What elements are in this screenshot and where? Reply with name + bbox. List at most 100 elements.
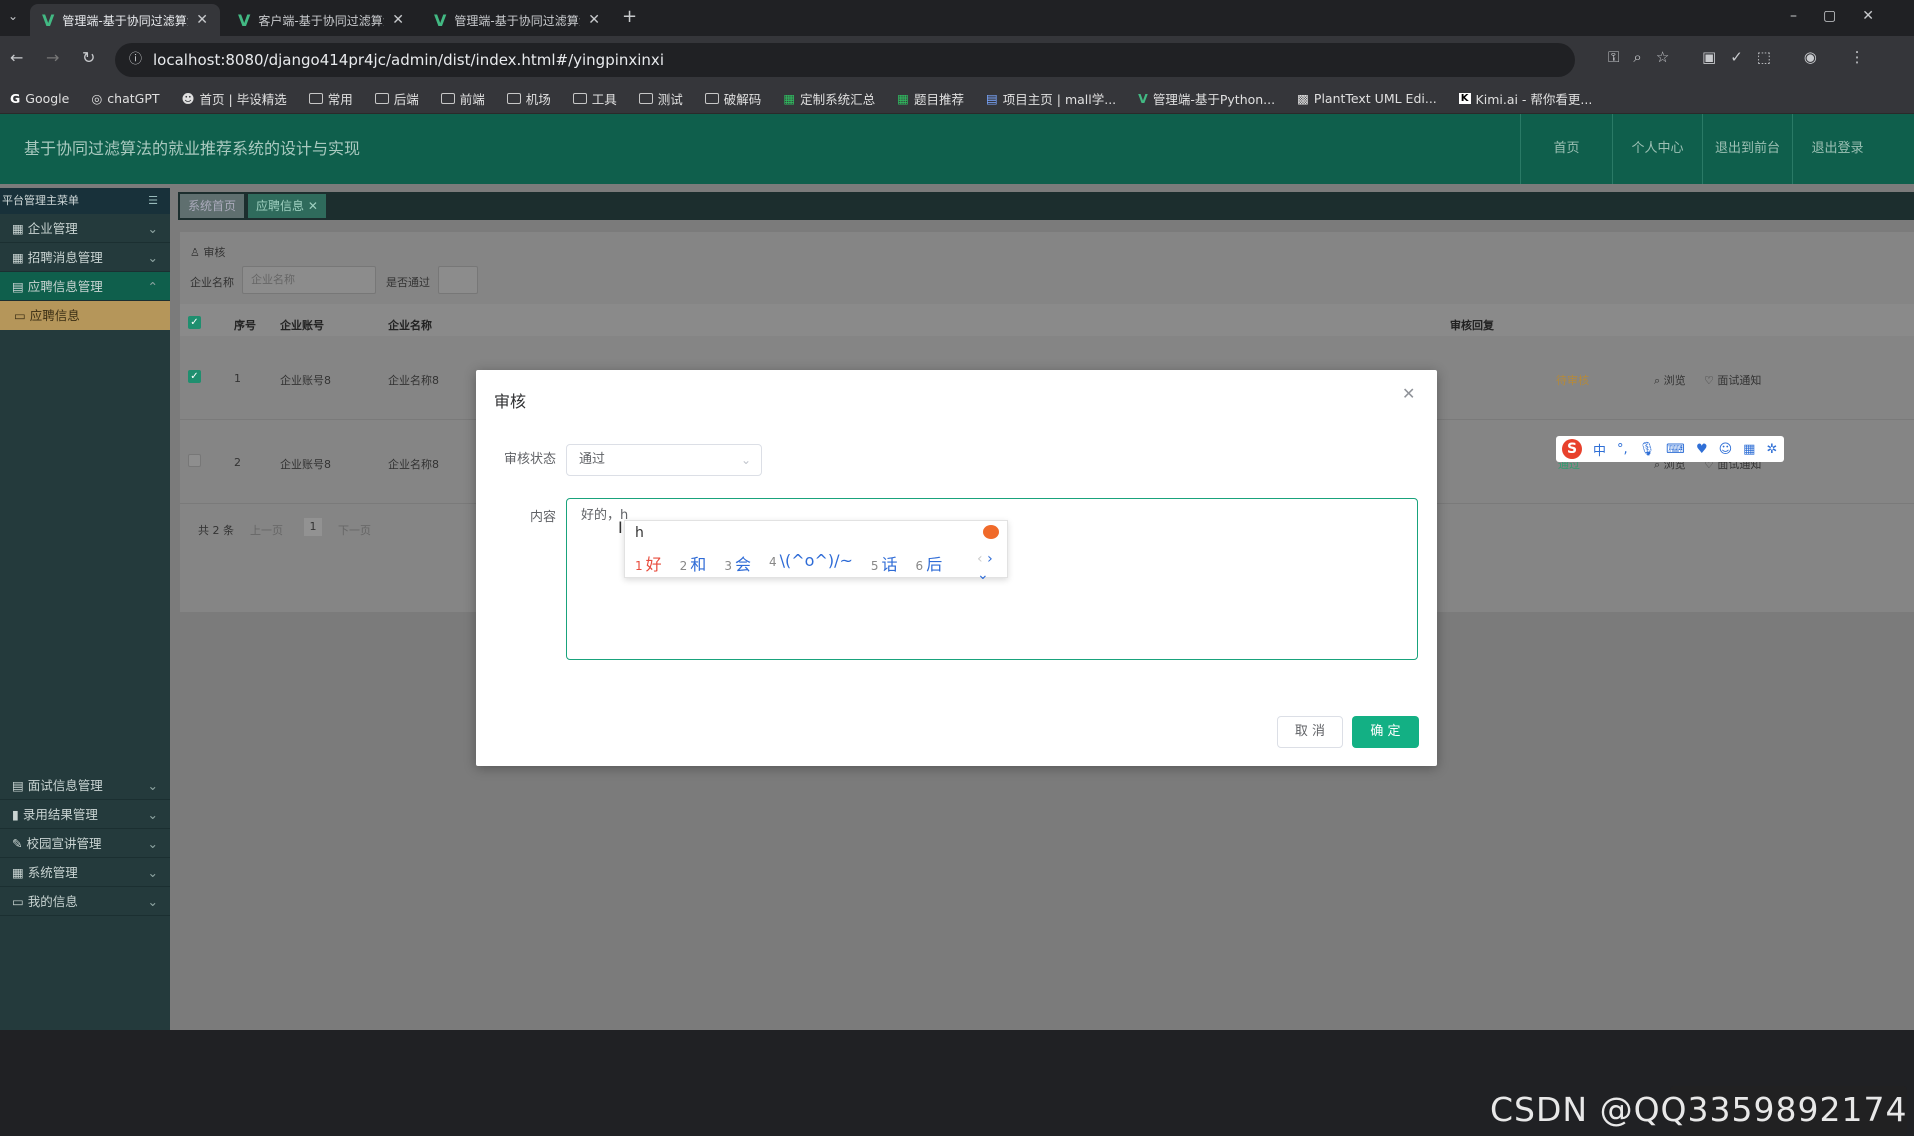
nav-home[interactable]: 首页 xyxy=(1520,114,1612,184)
emoji-icon[interactable]: ☺ xyxy=(1719,442,1733,457)
candidate-number: 2 xyxy=(679,559,688,573)
punctuation-icon[interactable]: °, xyxy=(1617,442,1628,457)
sidebar-subitem-label: 应聘信息 xyxy=(29,308,80,323)
pagination-next[interactable]: 下一页 xyxy=(338,522,371,538)
col-account[interactable]: 企业账号 xyxy=(280,317,324,333)
toolbar-icons[interactable]: ⚿⌕☆ ▣✓⬚ ◉ ⋮ xyxy=(1608,48,1879,66)
bookmark-label: 项目主页 | mall学... xyxy=(1002,92,1117,107)
sidebar-item-campus-talk[interactable]: ✎ 校园宣讲管理 ⌄ xyxy=(0,829,170,858)
ime-page-nav[interactable]: ‹ › ⌄ xyxy=(977,551,1007,583)
chevron-right-icon[interactable]: › xyxy=(987,551,993,567)
sidebar-item-my-info[interactable]: ▭ 我的信息 ⌄ xyxy=(0,887,170,916)
search-company-input[interactable]: 企业名称 xyxy=(242,266,376,294)
bookmark-admin-python[interactable]: V 管理端-基于Python... xyxy=(1138,89,1275,108)
audit-status-select[interactable]: 通过 ⌄ xyxy=(566,444,762,476)
bookmark-dingzhi[interactable]: ▦ 定制系统汇总 xyxy=(783,89,875,108)
sogou-ime-toolbar[interactable]: S 中 °, 🎙 ⌨ ♥ ☺ ▦ ✲ xyxy=(1556,436,1784,462)
bookmark-folder-pojiema[interactable]: 破解码 xyxy=(704,89,761,108)
search-passed-select[interactable] xyxy=(438,266,478,294)
sidebar-item-company[interactable]: ▦ 企业管理 ⌄ xyxy=(0,214,170,243)
bookmark-mall[interactable]: ▤ 项目主页 | mall学... xyxy=(986,89,1116,108)
app-viewport: 基于协同过滤算法的就业推荐系统的设计与实现 首页 个人中心 退出到前台 退出登录… xyxy=(0,114,1914,1136)
sidebar-item-interview[interactable]: ▤ 面试信息管理 ⌄ xyxy=(0,771,170,800)
bookmark-folder-jichang[interactable]: 机场 xyxy=(506,89,551,108)
chevron-down-icon[interactable]: ⌄ xyxy=(977,567,989,583)
nav-logout[interactable]: 退出登录 xyxy=(1792,114,1882,184)
keyboard-icon[interactable]: ⌨ xyxy=(1666,442,1685,457)
text-cursor-icon: I xyxy=(618,518,623,537)
nav-to-front[interactable]: 退出到前台 xyxy=(1702,114,1792,184)
apps-icon[interactable]: ▦ xyxy=(1743,442,1755,457)
row-checkbox[interactable] xyxy=(188,454,201,467)
back-icon[interactable]: ← xyxy=(10,48,23,67)
pagination-prev[interactable]: 上一页 xyxy=(250,522,283,538)
close-icon[interactable]: ✕ xyxy=(392,12,404,28)
sidebar-item-application[interactable]: ▤ 应聘信息管理 ⌃ xyxy=(0,272,170,301)
url-field[interactable]: ⓘ localhost:8080/django414pr4jc/admin/di… xyxy=(115,43,1575,77)
col-company-name[interactable]: 企业名称 xyxy=(388,317,432,333)
chevron-down-icon: ⌄ xyxy=(147,221,158,236)
bookmark-folder-qianduan[interactable]: 前端 xyxy=(440,89,485,108)
browser-tab-1[interactable]: V 管理端-基于协同过滤算法的就 ✕ xyxy=(30,4,220,36)
window-controls[interactable]: –▢✕ xyxy=(1790,8,1900,24)
new-tab-icon[interactable]: + xyxy=(622,6,637,27)
audit-link[interactable]: ♙ 审核 xyxy=(190,244,225,260)
browser-tab-3[interactable]: V 管理端-基于协同过滤算法的就 ✕ xyxy=(422,4,612,36)
row-checkbox[interactable]: ✓ xyxy=(188,370,201,383)
sidebar-item-recruit[interactable]: ▦ 招聘消息管理 ⌄ xyxy=(0,243,170,272)
bookmark-folder-changyong[interactable]: 常用 xyxy=(308,89,353,108)
cancel-button[interactable]: 取 消 xyxy=(1277,716,1343,748)
bookmark-folder-houduan[interactable]: 后端 xyxy=(374,89,419,108)
pagination-page[interactable]: 1 xyxy=(304,518,322,536)
ime-candidate[interactable]: 1好 xyxy=(635,551,662,575)
select-all-checkbox[interactable]: ✓ xyxy=(188,316,201,329)
site-info-icon[interactable]: ⓘ xyxy=(129,43,142,77)
sidebar-item-system[interactable]: ▦ 系统管理 ⌄ xyxy=(0,858,170,887)
forward-icon[interactable]: → xyxy=(46,48,59,67)
ime-mode-indicator[interactable]: 中 xyxy=(1593,440,1606,459)
tab-system-home[interactable]: 系统首页 xyxy=(180,194,245,218)
ime-candidate[interactable]: 2和 xyxy=(680,551,707,575)
menu-toggle-icon[interactable]: ☰ xyxy=(148,188,158,214)
nav-profile[interactable]: 个人中心 xyxy=(1612,114,1702,184)
confirm-button[interactable]: 确 定 xyxy=(1352,716,1419,748)
close-icon[interactable]: ✕ xyxy=(1402,384,1415,403)
folder-icon xyxy=(572,93,587,104)
candidate-number: 1 xyxy=(635,559,643,573)
close-icon[interactable]: ✕ xyxy=(588,12,600,28)
close-icon[interactable]: ✕ xyxy=(196,12,208,28)
sidebar-subitem-application-info[interactable]: ▭ 应聘信息 xyxy=(0,301,170,330)
search-icon: ⌕ xyxy=(1654,374,1664,387)
tab-application-info[interactable]: 应聘信息 ✕ xyxy=(248,194,326,218)
chevron-down-icon: ⌄ xyxy=(147,807,158,822)
bookmark-timu[interactable]: ▦ 题目推荐 xyxy=(897,89,964,108)
ime-candidate[interactable]: 5话 xyxy=(871,551,898,575)
bookmark-kimi[interactable]: K Kimi.ai - 帮你看更... xyxy=(1458,89,1592,108)
ime-candidate[interactable]: 6后 xyxy=(916,551,943,575)
chevron-left-icon[interactable]: ‹ xyxy=(977,551,983,567)
grid-icon: ▦ xyxy=(12,250,28,265)
close-icon[interactable]: ✕ xyxy=(304,199,318,213)
interview-notice-button[interactable]: ♡ 面试通知 xyxy=(1704,372,1761,388)
view-button[interactable]: ⌕ 浏览 xyxy=(1654,372,1686,388)
microphone-icon[interactable]: 🎙 xyxy=(1639,442,1656,457)
ime-candidate[interactable]: 3会 xyxy=(724,551,751,575)
bookmark-google[interactable]: G Google xyxy=(10,91,69,106)
tab-list-dropdown-icon[interactable]: ⌄ xyxy=(8,9,18,23)
bookmark-chatgpt[interactable]: ◎ chatGPT xyxy=(91,91,159,106)
bookmark-planttext[interactable]: ▩ PlantText UML Edi... xyxy=(1297,91,1437,106)
ime-candidate-window[interactable]: h 1好 2和 3会 4 \(^o^)/~ 5话 6后 ‹ › ⌄ xyxy=(624,520,1008,583)
sidebar-item-hire-result[interactable]: ▮ 录用结果管理 ⌄ xyxy=(0,800,170,829)
bookmark-folder-gongju[interactable]: 工具 xyxy=(572,89,617,108)
reload-icon[interactable]: ↻ xyxy=(82,48,95,67)
table-header xyxy=(180,304,1914,336)
col-audit-reply[interactable]: 审核回复 xyxy=(1450,317,1494,333)
google-icon: G xyxy=(10,91,21,106)
settings-icon[interactable]: ✲ xyxy=(1766,442,1777,457)
bookmark-folder-ceshi[interactable]: 测试 xyxy=(638,89,683,108)
ime-candidate[interactable]: 4 \(^o^)/~ xyxy=(769,551,853,575)
skin-icon[interactable]: ♥ xyxy=(1696,442,1708,457)
sidebar-item-label: 招聘消息管理 xyxy=(27,250,103,265)
browser-tab-2[interactable]: V 客户端-基于协同过滤算法的就 ✕ xyxy=(226,4,416,36)
bookmark-bishe[interactable]: ☻ 首页 | 毕设精选 xyxy=(182,89,287,108)
